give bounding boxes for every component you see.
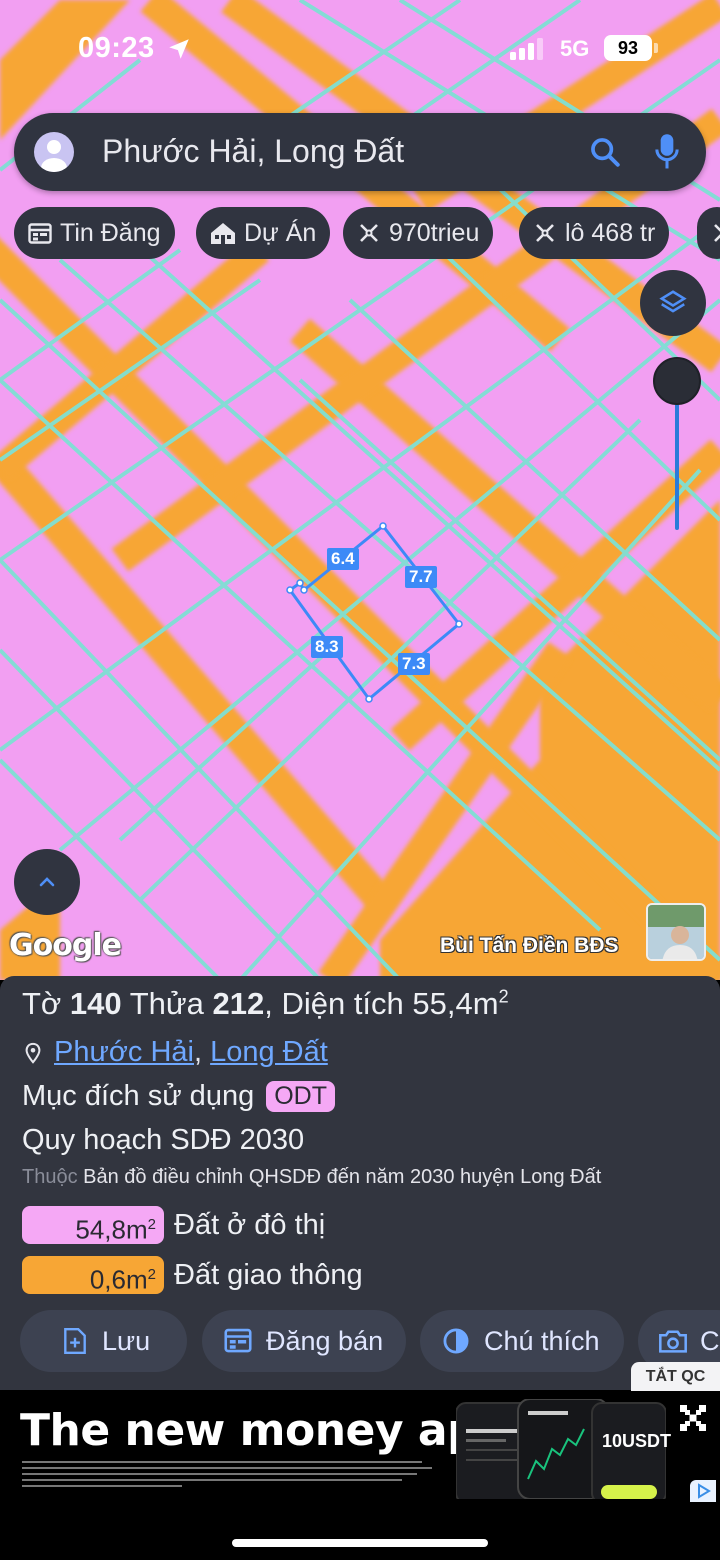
ad-fine-print bbox=[22, 1461, 432, 1487]
post-for-sale-button[interactable]: Đăng bán bbox=[202, 1310, 406, 1372]
plan-source: Thuộc Bản đồ điều chỉnh QHSDĐ đến năm 20… bbox=[22, 1166, 602, 1188]
watermark-photo bbox=[646, 903, 706, 961]
search-bar[interactable]: Phước Hải, Long Đất bbox=[14, 113, 706, 191]
land-use-area: 0,6m2 bbox=[22, 1256, 164, 1295]
ad-close-icon[interactable] bbox=[680, 1405, 706, 1431]
location-pin-icon bbox=[25, 1042, 41, 1064]
ad-choices-icon[interactable] bbox=[690, 1480, 716, 1502]
sheet-number: 140 bbox=[69, 986, 122, 1021]
chip-label: 970trieu bbox=[389, 218, 480, 247]
ruler-icon bbox=[536, 224, 554, 242]
avatar[interactable] bbox=[34, 132, 74, 172]
microphone-icon[interactable] bbox=[654, 133, 680, 171]
ruler-icon bbox=[360, 224, 378, 242]
chip-970trieu[interactable]: 970trieu bbox=[343, 207, 494, 259]
chip-lo-468tr[interactable]: lô 468 tr bbox=[519, 207, 670, 259]
ad-phone-image: 10USDT bbox=[455, 1398, 671, 1503]
ward-link[interactable]: Phước Hải bbox=[54, 1036, 194, 1069]
home-indicator[interactable] bbox=[232, 1539, 488, 1547]
chip-label: Dự Án bbox=[244, 218, 317, 247]
battery-tip bbox=[654, 43, 658, 53]
land-use-label: Đất ở đô thị bbox=[174, 1208, 326, 1241]
camera-icon bbox=[659, 1330, 687, 1353]
parcel-number: 212 bbox=[212, 986, 265, 1021]
ruler-icon bbox=[714, 224, 720, 242]
district-link[interactable]: Long Đất bbox=[210, 1036, 328, 1069]
chip-more[interactable] bbox=[697, 207, 720, 259]
location-arrow-icon bbox=[169, 39, 189, 59]
user-icon bbox=[41, 140, 67, 172]
layers-button[interactable] bbox=[640, 270, 706, 336]
land-purpose: Mục đích sử dụng ODT bbox=[22, 1080, 335, 1113]
opacity-slider-handle[interactable] bbox=[653, 357, 701, 405]
building-icon bbox=[211, 223, 235, 244]
edge-label-top: 6.4 bbox=[327, 548, 359, 570]
status-time: 09:23 bbox=[78, 32, 155, 64]
status-bar: 09:23 5G 93 bbox=[0, 0, 720, 100]
contrast-icon bbox=[443, 1328, 469, 1354]
land-use-area: 54,8m2 bbox=[22, 1206, 164, 1245]
ad-headline: The new money app. bbox=[20, 1405, 526, 1456]
calendar-icon bbox=[224, 1328, 252, 1353]
parcel-area: , Diện tích 55,4m bbox=[264, 986, 499, 1021]
expand-panel-button[interactable] bbox=[14, 849, 80, 915]
calendar-icon bbox=[28, 223, 52, 244]
chip-du-an[interactable]: Dự Án bbox=[196, 207, 331, 259]
ad-price-tag: 10USDT bbox=[602, 1431, 672, 1451]
battery-indicator: 93 bbox=[604, 35, 652, 61]
ad-banner[interactable]: The new money app. 10USDT bbox=[0, 1391, 720, 1503]
parcel-info-panel: Tờ 140 Thửa 212, Diện tích 55,4m2 Phước … bbox=[0, 976, 720, 1390]
parcel-title: Tờ 140 Thửa 212, Diện tích 55,4m2 bbox=[22, 986, 509, 1021]
save-icon bbox=[64, 1327, 86, 1355]
search-input[interactable]: Phước Hải, Long Đất bbox=[102, 133, 404, 170]
land-use-row-residential: 54,8m2 Đất ở đô thị bbox=[22, 1206, 326, 1245]
purpose-badge: ODT bbox=[266, 1081, 335, 1112]
land-use-row-traffic: 0,6m2 Đất giao thông bbox=[22, 1256, 363, 1295]
edge-label-right: 7.7 bbox=[405, 566, 437, 588]
watermark-text: Bùi Tấn Điền BĐS bbox=[440, 934, 619, 957]
chip-tin-dang[interactable]: Tin Đăng bbox=[14, 207, 175, 259]
hide-ads-button[interactable]: TẮT QC bbox=[631, 1362, 720, 1392]
chip-label: Tin Đăng bbox=[60, 218, 161, 247]
parcel-location: Phước Hải, Long Đất bbox=[22, 1036, 328, 1069]
legend-button[interactable]: Chú thích bbox=[420, 1310, 624, 1372]
home-area bbox=[0, 1503, 720, 1560]
search-icon[interactable] bbox=[588, 135, 622, 169]
save-button[interactable]: Lưu bbox=[20, 1310, 187, 1372]
chevron-up-icon bbox=[39, 877, 55, 887]
cellular-signal-icon bbox=[510, 38, 543, 60]
plan-heading: Quy hoạch SDĐ 2030 bbox=[22, 1124, 305, 1156]
google-attribution: Google bbox=[9, 928, 122, 963]
chip-label: lô 468 tr bbox=[565, 218, 656, 247]
land-use-label: Đất giao thông bbox=[174, 1258, 363, 1291]
edge-label-bottom: 7.3 bbox=[398, 653, 430, 675]
edge-label-left: 8.3 bbox=[311, 636, 343, 658]
network-type: 5G bbox=[560, 36, 590, 61]
layers-icon bbox=[659, 290, 687, 313]
